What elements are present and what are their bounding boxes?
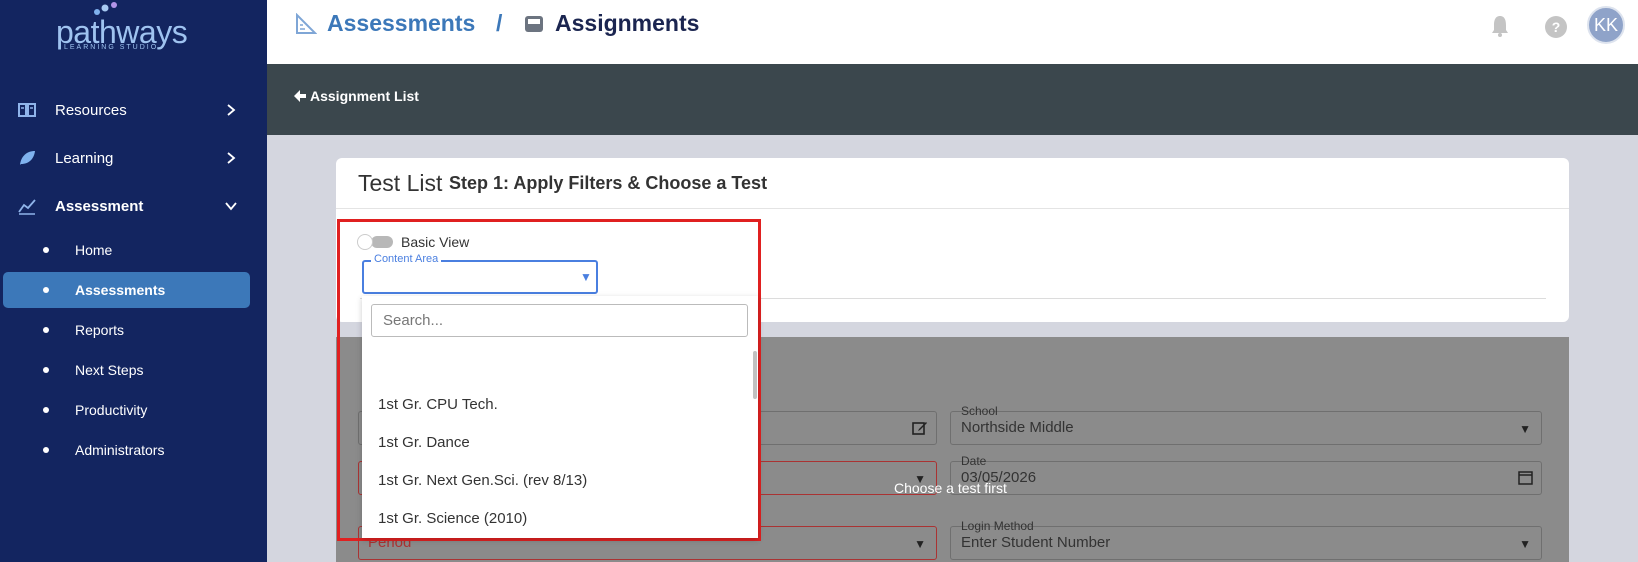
- school-value: Northside Middle: [961, 419, 1074, 436]
- caret-down-icon: ▼: [580, 270, 592, 284]
- sidebar-item-learning[interactable]: Learning: [0, 138, 267, 178]
- bullet-icon: [43, 327, 49, 333]
- bullet-icon: [43, 287, 49, 293]
- sidebar-item-label: Resources: [55, 101, 127, 119]
- divider: [336, 208, 1569, 209]
- sidebar-item-label: Assessments: [75, 282, 166, 298]
- overlay-message: Choose a test first: [894, 480, 1007, 496]
- ruler-icon: [296, 12, 317, 34]
- content-area-select[interactable]: [362, 260, 598, 294]
- avatar[interactable]: KK: [1587, 6, 1625, 44]
- pathways-logo[interactable]: pathways LEARNING STUDIO: [56, 2, 196, 52]
- calendar-icon: [1518, 471, 1533, 485]
- basic-view-toggle[interactable]: [357, 234, 393, 250]
- chart-icon: [18, 199, 36, 215]
- chevron-down-icon: [225, 202, 237, 211]
- dropdown-scrollbar[interactable]: [753, 351, 757, 399]
- dropdown-search-input[interactable]: [371, 304, 748, 337]
- bell-icon[interactable]: [1489, 14, 1511, 38]
- sidebar-item-assessment[interactable]: Assessment: [0, 186, 267, 226]
- caret-down-icon: ▼: [1519, 537, 1531, 551]
- card-step-title: Step 1: Apply Filters & Choose a Test: [449, 173, 768, 193]
- top-header: Assessments / Assignments ?: [267, 0, 1638, 64]
- sidebar-item-assessments[interactable]: Assessments: [3, 272, 250, 308]
- sidebar-item-label: Next Steps: [75, 362, 144, 378]
- content-area-dropdown: 1st Gr. CPU Tech. 1st Gr. Dance 1st Gr. …: [362, 296, 758, 538]
- sidebar-item-reports[interactable]: Reports: [3, 312, 250, 348]
- content-area-label: Content Area: [371, 253, 442, 265]
- sidebar-item-productivity[interactable]: Productivity: [3, 392, 250, 428]
- toggle-knob: [357, 234, 373, 250]
- dropdown-option[interactable]: 1st Gr. Next Gen.Sci. (rev 8/13): [378, 472, 587, 489]
- caret-down-icon: ▼: [914, 537, 926, 551]
- edit-icon: [912, 422, 927, 435]
- bullet-icon: [43, 407, 49, 413]
- sidebar-item-label: Learning: [55, 149, 114, 167]
- back-label: Assignment List: [310, 88, 419, 104]
- breadcrumb-separator: /: [496, 10, 503, 36]
- dropdown-option[interactable]: 1st Gr. Dance: [378, 434, 470, 451]
- book-icon: [18, 103, 36, 117]
- leaf-icon: [20, 151, 35, 165]
- school-label: School: [961, 404, 998, 418]
- assignment-list-link[interactable]: Assignment List: [293, 88, 419, 104]
- sidebar-item-label: Administrators: [75, 442, 165, 458]
- logo-tagline: LEARNING STUDIO: [64, 44, 159, 51]
- sidebar-item-next-steps[interactable]: Next Steps: [3, 352, 250, 388]
- sidebar-item-resources[interactable]: Resources: [0, 90, 267, 130]
- help-icon[interactable]: ?: [1545, 16, 1567, 38]
- bullet-icon: [43, 247, 49, 253]
- breadcrumb-assessments[interactable]: Assessments: [295, 10, 475, 37]
- date-field: [950, 461, 1542, 495]
- sidebar-item-label: Home: [75, 242, 113, 258]
- card-title: Test List: [358, 170, 443, 196]
- sidebar: pathways LEARNING STUDIO Resources Learn…: [0, 0, 267, 562]
- sidebar-item-label: Productivity: [75, 402, 148, 418]
- breadcrumb-assignments: Assignments: [523, 10, 699, 37]
- sidebar-item-label: Assessment: [55, 197, 144, 215]
- dropdown-option[interactable]: 1st Gr. CPU Tech.: [378, 396, 498, 413]
- login-method-label: Login Method: [961, 519, 1034, 533]
- toggle-track: [371, 236, 393, 248]
- dropdown-option[interactable]: 1st Gr. Science (2010): [378, 510, 527, 527]
- login-method-value: Enter Student Number: [961, 534, 1111, 551]
- sidebar-item-administrators[interactable]: Administrators: [3, 432, 250, 468]
- action-bar: Assignment List: [267, 64, 1638, 135]
- chevron-right-icon: [227, 152, 236, 164]
- breadcrumb-label: Assessments: [327, 10, 476, 36]
- chevron-right-icon: [227, 104, 236, 116]
- caret-down-icon: ▼: [1519, 422, 1531, 436]
- sidebar-item-home[interactable]: Home: [3, 232, 250, 268]
- page-title: Assignments: [555, 10, 700, 36]
- date-label: Date: [961, 454, 987, 468]
- sidebar-item-label: Reports: [75, 322, 125, 338]
- arrow-left-icon: [294, 90, 306, 102]
- tray-icon: [525, 15, 543, 32]
- basic-view-label: Basic View: [401, 234, 470, 250]
- bullet-icon: [43, 447, 49, 453]
- bullet-icon: [43, 367, 49, 373]
